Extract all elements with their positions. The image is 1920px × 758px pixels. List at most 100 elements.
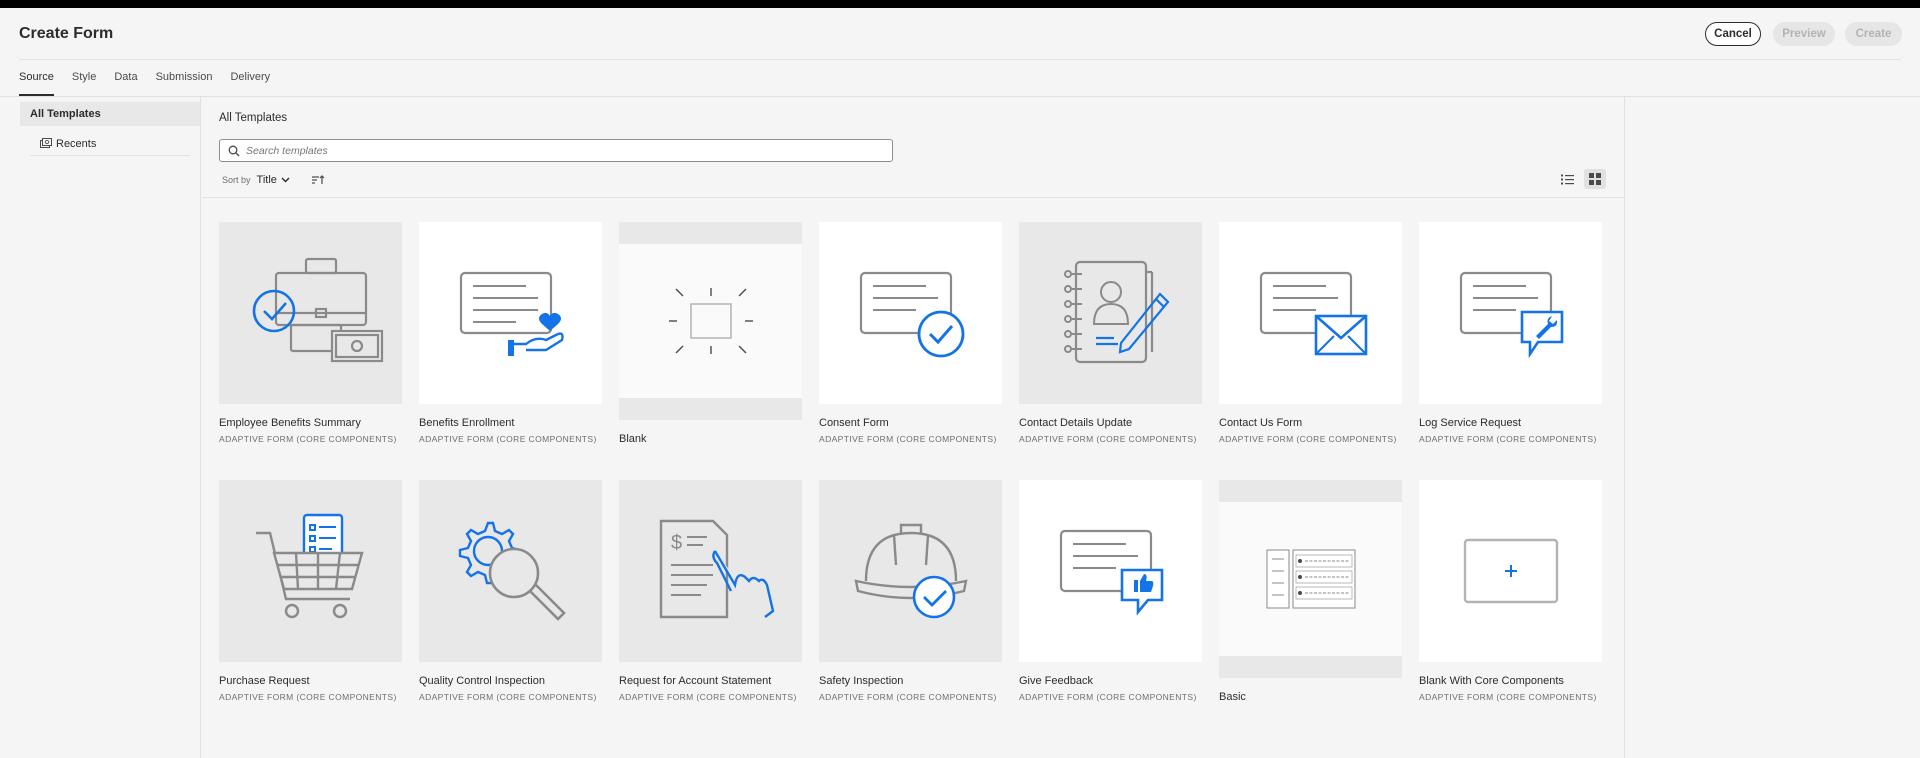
cancel-button[interactable]: Cancel (1705, 22, 1761, 46)
list-view-button[interactable] (1556, 169, 1578, 189)
search-icon (228, 145, 240, 156)
tab-style[interactable]: Style (72, 70, 96, 96)
tab-source[interactable]: Source (19, 70, 54, 96)
content-title: All Templates (219, 112, 288, 124)
wizard-tabs: Source Style Data Submission Delivery (19, 70, 288, 96)
template-name: Contact Details Update (1019, 417, 1133, 429)
search-box[interactable] (219, 139, 893, 162)
svg-text:$: $ (671, 532, 682, 554)
template-type: ADAPTIVE FORM (CORE COMPONENTS) (1419, 692, 1597, 702)
template-card[interactable]: Consent Form ADAPTIVE FORM (CORE COMPONE… (819, 222, 1002, 444)
template-thumbnail (219, 222, 402, 404)
shopping-cart-icon (255, 513, 364, 619)
tabs-divider (0, 96, 1920, 97)
template-thumbnail: $ (619, 480, 802, 662)
template-type: ADAPTIVE FORM (CORE COMPONENTS) (1019, 434, 1197, 444)
template-card[interactable]: Quality Control Inspection ADAPTIVE FORM… (419, 480, 602, 702)
template-name: Log Service Request (1419, 417, 1522, 429)
grid-view-button[interactable] (1584, 169, 1606, 189)
template-thumbnail (419, 480, 602, 662)
template-thumbnail (1019, 222, 1202, 404)
template-card[interactable]: $ Request for Account Statement ADAPTIVE… (619, 480, 802, 702)
form-thumbs-up-icon (1059, 529, 1163, 616)
template-card[interactable]: Benefits Enrollment ADAPTIVE FORM (CORE … (419, 222, 602, 444)
page-header: Create Form Cancel Preview Create (0, 8, 1920, 60)
template-card[interactable]: Contact Details Update ADAPTIVE FORM (CO… (1019, 222, 1202, 444)
template-card[interactable]: Log Service Request ADAPTIVE FORM (CORE … (1419, 222, 1602, 444)
template-name: Employee Benefits Summary (219, 417, 361, 429)
template-card[interactable]: Blank (619, 222, 802, 445)
template-name: Contact Us Form (1219, 417, 1303, 429)
template-name: Benefits Enrollment (419, 417, 515, 429)
template-thumbnail (1219, 222, 1402, 404)
template-thumbnail (419, 222, 602, 404)
plus-box-icon (1463, 538, 1558, 604)
template-card[interactable]: Basic (1219, 480, 1402, 703)
sort-dropdown[interactable]: Title (257, 174, 290, 186)
template-thumbnail (219, 480, 402, 662)
template-type: ADAPTIVE FORM (CORE COMPONENTS) (419, 434, 597, 444)
template-name: Safety Inspection (819, 675, 904, 687)
template-name: Quality Control Inspection (419, 675, 545, 687)
tab-delivery[interactable]: Delivery (230, 70, 270, 96)
template-thumbnail (619, 222, 802, 420)
sort-controls: Sort by Title (222, 172, 325, 188)
page-title: Create Form (19, 25, 114, 42)
search-input[interactable] (246, 144, 846, 157)
template-type: ADAPTIVE FORM (CORE COMPONENTS) (1219, 434, 1397, 444)
template-thumbnail (1219, 480, 1402, 678)
template-thumbnail (1419, 480, 1602, 662)
template-name: Consent Form (819, 417, 889, 429)
sort-value: Title (256, 174, 277, 186)
list-view-icon (1560, 174, 1574, 184)
right-panel-divider (1624, 97, 1625, 758)
template-card[interactable]: Safety Inspection ADAPTIVE FORM (CORE CO… (819, 480, 1002, 702)
grid-view-icon (1589, 173, 1601, 185)
sort-label: Sort by (222, 175, 251, 185)
template-type: ADAPTIVE FORM (CORE COMPONENTS) (819, 434, 997, 444)
sort-order-icon (311, 175, 325, 184)
template-type: ADAPTIVE FORM (CORE COMPONENTS) (1419, 434, 1597, 444)
template-type: ADAPTIVE FORM (CORE COMPONENTS) (219, 692, 397, 702)
template-name: Purchase Request (219, 675, 310, 687)
header-divider (19, 59, 1901, 60)
template-name: Blank With Core Components (1419, 675, 1564, 687)
basic-layout-icon (1266, 549, 1355, 609)
sort-direction-button[interactable] (311, 175, 325, 185)
sidebar-item-recents[interactable]: Recents (30, 132, 190, 156)
template-name: Blank (619, 433, 647, 445)
form-heart-hand-icon (459, 271, 564, 356)
template-card[interactable]: Employee Benefits Summary ADAPTIVE FORM … (219, 222, 402, 444)
template-thumbnail (1019, 480, 1202, 662)
tab-data[interactable]: Data (114, 70, 137, 96)
create-button[interactable]: Create (1845, 22, 1902, 46)
sidebar-item-all-templates[interactable]: All Templates (20, 102, 200, 126)
tab-submission[interactable]: Submission (156, 70, 213, 96)
preview-button[interactable]: Preview (1773, 22, 1835, 46)
briefcase-money-check-icon (252, 257, 383, 363)
form-checkmark-icon (859, 271, 964, 358)
blank-canvas-icon (668, 288, 753, 354)
template-thumbnail (819, 480, 1002, 662)
chevron-down-icon (281, 177, 290, 183)
template-name: Give Feedback (1019, 675, 1093, 687)
template-card[interactable]: Blank With Core Components ADAPTIVE FORM… (1419, 480, 1602, 702)
template-name: Request for Account Statement (619, 675, 772, 687)
template-name: Basic (1219, 691, 1246, 703)
sidebar-item-label: Recents (56, 137, 97, 150)
hard-hat-check-icon (853, 523, 968, 619)
recents-icon (40, 138, 52, 148)
template-card[interactable]: Give Feedback ADAPTIVE FORM (CORE COMPON… (1019, 480, 1202, 702)
form-envelope-icon (1259, 271, 1367, 356)
address-book-pen-icon (1063, 260, 1169, 364)
template-type: ADAPTIVE FORM (CORE COMPONENTS) (819, 692, 997, 702)
template-card[interactable]: Contact Us Form ADAPTIVE FORM (CORE COMP… (1219, 222, 1402, 444)
template-type: ADAPTIVE FORM (CORE COMPONENTS) (1019, 692, 1197, 702)
template-card[interactable]: Purchase Request ADAPTIVE FORM (CORE COM… (219, 480, 402, 702)
form-wrench-bubble-icon (1459, 271, 1563, 359)
template-sidebar: All Templates Recents (0, 97, 201, 758)
template-type: ADAPTIVE FORM (CORE COMPONENTS) (619, 692, 797, 702)
template-thumbnail (819, 222, 1002, 404)
template-type: ADAPTIVE FORM (CORE COMPONENTS) (219, 434, 397, 444)
toolbar-divider (202, 197, 1624, 198)
